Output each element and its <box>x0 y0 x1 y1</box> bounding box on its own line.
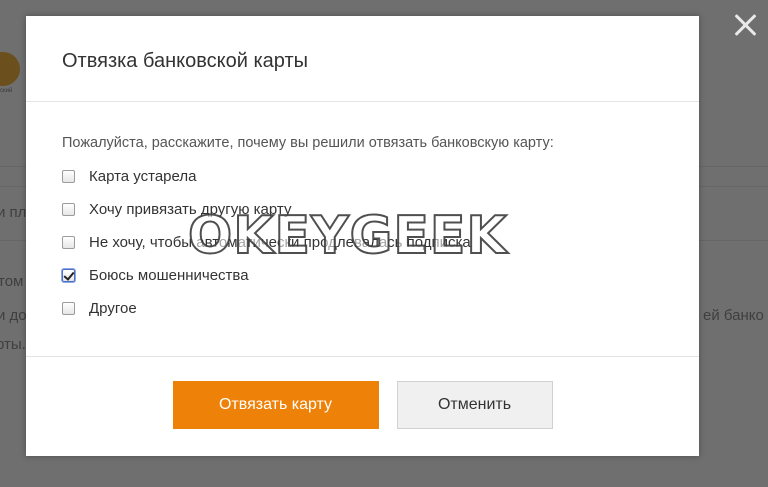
background-text: и пл <box>0 204 27 221</box>
background-text: и до <box>0 307 27 324</box>
checkbox[interactable] <box>62 302 75 315</box>
background-text: рты. <box>0 336 26 353</box>
checkbox[interactable] <box>62 203 75 216</box>
unlink-card-button[interactable]: Отвязать карту <box>172 381 379 429</box>
reason-option-other[interactable]: Другое <box>62 292 699 325</box>
reason-option-outdated[interactable]: Карта устарела <box>62 160 699 193</box>
avatar <box>0 52 20 86</box>
checkbox[interactable] <box>62 170 75 183</box>
cancel-button[interactable]: Отменить <box>396 381 553 429</box>
close-icon[interactable] <box>730 10 760 40</box>
avatar-label: ский <box>0 88 13 94</box>
option-label: Боюсь мошенничества <box>89 267 249 284</box>
checkbox[interactable] <box>62 236 75 249</box>
dialog-header: Отвязка банковской карты <box>26 16 699 102</box>
option-label: Другое <box>89 300 137 317</box>
watermark: OKEYGEEK <box>187 205 508 267</box>
option-label: Карта устарела <box>89 168 197 185</box>
dialog-footer: Отвязать карту Отменить <box>26 357 699 429</box>
reason-question: Пожалуйста, расскажите, почему вы решили… <box>62 135 554 151</box>
background-text: том <box>0 273 24 290</box>
background-text: ей банко <box>703 307 764 324</box>
dialog-title: Отвязка банковской карты <box>62 50 309 72</box>
checkbox[interactable] <box>62 269 75 282</box>
